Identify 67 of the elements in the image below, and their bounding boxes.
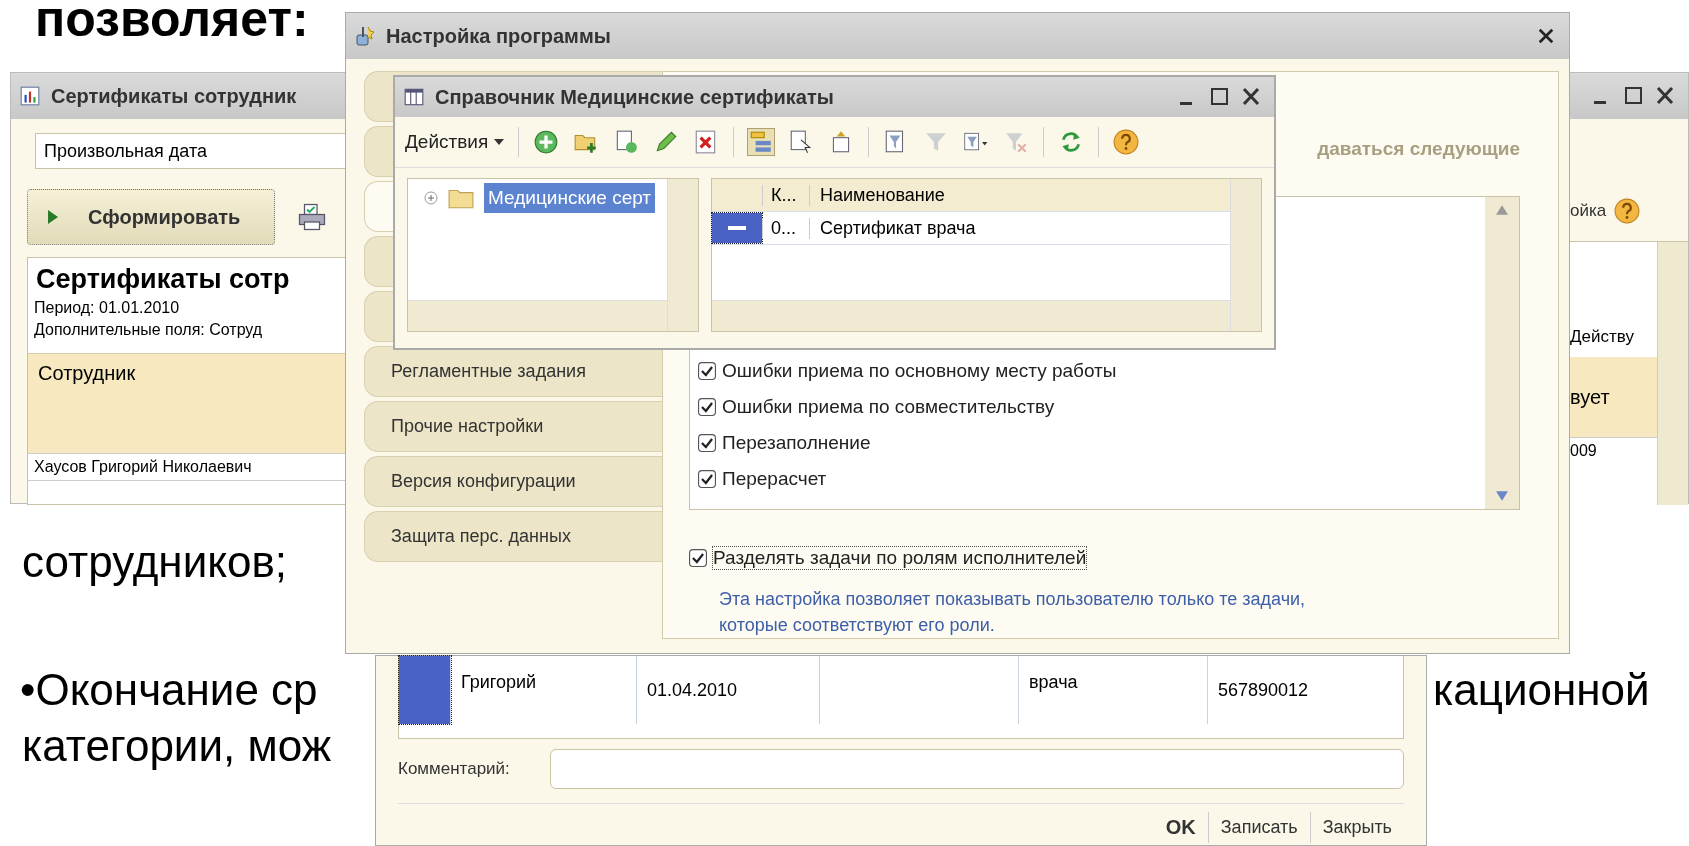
help-icon[interactable] (1614, 198, 1641, 224)
checkbox-label: Перерасчет (722, 467, 827, 490)
pencil-icon[interactable] (653, 129, 680, 155)
scrollbar[interactable] (1657, 242, 1688, 505)
generate-button[interactable]: Сформировать (27, 189, 275, 245)
column-header: К... (762, 184, 809, 206)
scrollbar[interactable] (667, 179, 698, 331)
checkbox[interactable] (698, 397, 716, 416)
checkbox-label: Ошибки приема по совместительству (722, 395, 1055, 418)
window-title: Сертификаты сотрудник (51, 84, 297, 108)
slide-text: кационной (1433, 668, 1650, 712)
hint-text: Эта настройка позволяет показывать пользователю только те задачи, которые соответствуют его роли. (719, 587, 1307, 637)
column-header: Действу (1570, 327, 1635, 348)
checkbox-label: Разделять задачи по ролям исполнителей (713, 546, 1087, 569)
report-period: Период: 01.01.2010 (33, 298, 181, 318)
table-cell: 01.04.2010 (637, 656, 820, 724)
checkbox[interactable] (698, 361, 716, 380)
table-cell-text: 567890012 (1217, 679, 1310, 702)
table-icon (403, 86, 425, 108)
scrollbar[interactable] (408, 300, 667, 331)
table-cell: 0... (762, 217, 809, 239)
add-icon[interactable] (533, 129, 560, 155)
scrollbar[interactable] (712, 300, 1230, 331)
slide-text: •Окончание ср (20, 668, 318, 712)
dialog-button[interactable]: Закрыть (1309, 812, 1404, 843)
scrollbar[interactable] (1485, 196, 1519, 509)
comment-label: Комментарий: (398, 759, 510, 779)
chart-icon (19, 85, 41, 107)
slide-heading: позволяет: (35, 0, 309, 44)
section-heading: даваться следующие (1317, 138, 1520, 160)
play-icon (48, 210, 58, 224)
tree-item[interactable]: Медицинские серт (484, 183, 656, 213)
dialog-button[interactable]: Записать (1207, 812, 1310, 843)
close-icon[interactable] (1537, 27, 1555, 45)
scrollbar[interactable] (1230, 179, 1261, 331)
window-title: Настройка программы (386, 24, 611, 48)
checkbox[interactable] (689, 548, 707, 567)
settings-tab[interactable]: Защита перс. данных (364, 511, 662, 562)
comment-field[interactable] (549, 749, 1404, 789)
row-marker-icon[interactable] (712, 213, 762, 243)
report-title: Сертификаты сотр (35, 263, 291, 296)
scroll-down-icon[interactable] (1496, 490, 1508, 501)
table-cell: Григорий (451, 656, 637, 724)
column-header: вует (1570, 357, 1657, 437)
settings-link[interactable]: ойка (1570, 201, 1607, 221)
checkbox[interactable] (698, 469, 716, 488)
caret-icon (494, 139, 505, 145)
table-cell: Сертификат врача (809, 217, 976, 239)
help-icon[interactable] (1113, 129, 1140, 155)
checkbox-label: Ошибки приема по основному месту работы (722, 359, 1117, 382)
settings-icon (354, 25, 376, 47)
folder-icon (448, 187, 474, 209)
table-cell: врача (1019, 656, 1208, 724)
settings-tab[interactable]: Прочие настройки (364, 401, 662, 452)
slide-text: категории, мож (22, 724, 332, 768)
checkbox[interactable] (698, 433, 716, 452)
checkbox-label: Перезаполнение (722, 431, 871, 454)
settings-tab[interactable]: Регламентные задания (364, 346, 662, 397)
hierarchy-icon[interactable] (748, 129, 775, 155)
row-marker[interactable] (399, 656, 451, 724)
window-title: Справочник Медицинские сертификаты (435, 85, 834, 109)
printer-icon[interactable] (297, 202, 327, 232)
dialog-button[interactable]: OK (1153, 812, 1208, 843)
column-header: Наименование (809, 184, 945, 206)
report-fields: Дополнительные поля: Сотруд (28, 319, 528, 341)
settings-tab[interactable]: Версия конфигурации (364, 456, 662, 507)
slide-text: сотрудников; (22, 540, 288, 584)
